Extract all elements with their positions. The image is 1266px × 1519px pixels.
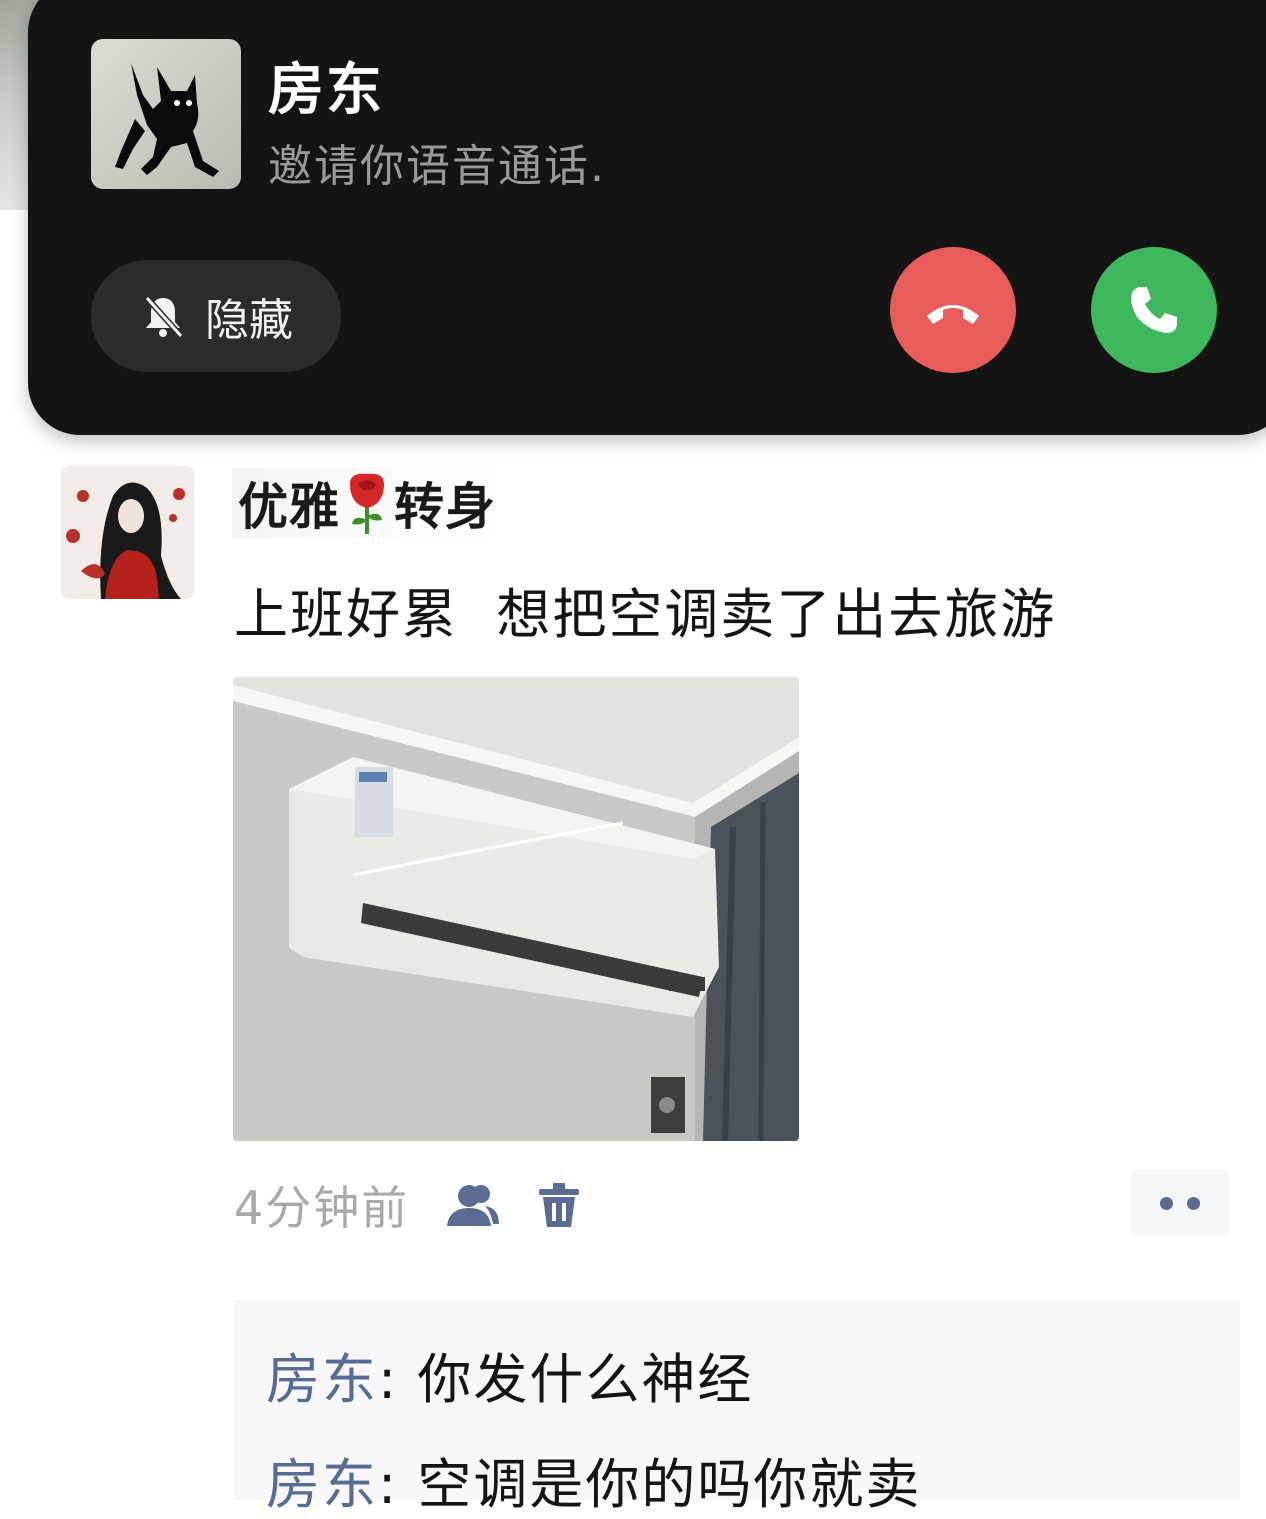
call-invite-text: 邀请你语音通话. (268, 141, 606, 192)
phone-hangup-icon (921, 290, 985, 330)
poster-name-part1: 优雅 (238, 478, 340, 536)
comments-area: 房东: 你发什么神经 房东: 空调是你的吗你就卖 (234, 1300, 1240, 1516)
poster-name[interactable]: 优雅 转身 (232, 468, 502, 538)
post-time: 4分钟前 (234, 1181, 410, 1235)
hide-call-button[interactable]: 隐藏 (91, 260, 341, 372)
more-dot (1187, 1196, 1200, 1210)
poster-name-part2: 转身 (394, 478, 496, 536)
caller-name: 房东 (268, 58, 384, 123)
comment-separator: : (378, 1453, 418, 1516)
more-dots-icon[interactable] (1131, 1170, 1229, 1236)
post-photo-air-conditioner[interactable] (233, 677, 799, 1141)
bell-off-icon (139, 292, 187, 340)
post-text: 上班好累 想把空调卖了出去旅游 (234, 583, 1057, 646)
post-meta-bar: 4分钟前 (234, 1170, 581, 1240)
trash-icon[interactable] (537, 1181, 581, 1229)
comment-text: 空调是你的吗你就卖 (417, 1453, 922, 1516)
comment-author[interactable]: 房东 (266, 1453, 378, 1516)
hide-label: 隐藏 (205, 295, 293, 346)
incoming-call-banner[interactable]: 房东 邀请你语音通话. 隐藏 (28, 0, 1266, 435)
phone-icon (1127, 283, 1181, 337)
comment-item[interactable]: 房东: 你发什么神经 (266, 1335, 753, 1414)
caller-avatar (91, 39, 241, 189)
comment-item[interactable]: 房东: 空调是你的吗你就卖 (266, 1440, 921, 1519)
comment-separator: : (378, 1348, 418, 1411)
poster-avatar[interactable] (61, 466, 194, 599)
comment-author[interactable]: 房东 (266, 1348, 378, 1411)
decline-call-button[interactable] (890, 247, 1016, 373)
accept-call-button[interactable] (1091, 247, 1217, 373)
comment-text: 你发什么神经 (417, 1348, 754, 1411)
rose-emoji-icon (344, 470, 390, 536)
more-dot (1160, 1196, 1173, 1210)
people-icon[interactable] (445, 1182, 501, 1228)
